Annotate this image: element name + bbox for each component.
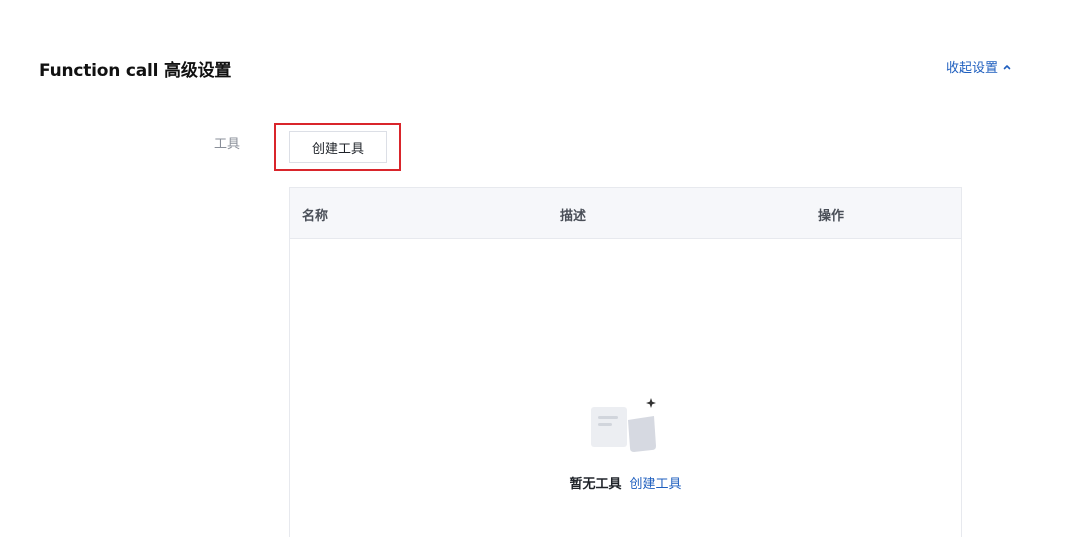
empty-state-text: 暂无工具 [569, 477, 622, 492]
page-title: Function call 高级设置 [39, 61, 232, 81]
column-header-name: 名称 [302, 209, 329, 224]
create-tool-button[interactable]: 创建工具 [289, 131, 387, 163]
page: Function call 高级设置 收起设置 工具 创建工具 名称 描述 操作… [0, 0, 1083, 537]
tools-table: 名称 描述 操作 暂无工具 创建工具 [289, 187, 962, 537]
tools-field-label: 工具 [214, 137, 241, 152]
collapse-settings-link[interactable]: 收起设置 [946, 57, 1012, 76]
collapse-settings-label: 收起设置 [946, 61, 999, 76]
empty-documents-icon [591, 398, 656, 452]
empty-state: 暂无工具 创建工具 [290, 473, 961, 492]
empty-state-create-link[interactable]: 创建工具 [630, 473, 682, 492]
column-header-actions: 操作 [818, 209, 845, 224]
chevron-up-icon [1003, 65, 1011, 70]
column-header-description: 描述 [560, 209, 587, 224]
table-header: 名称 描述 操作 [290, 188, 961, 239]
